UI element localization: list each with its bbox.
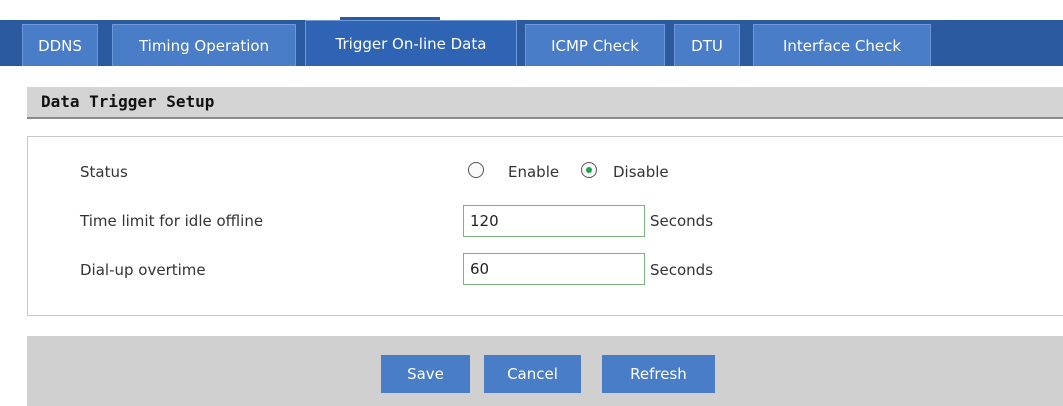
cancel-button[interactable]: Cancel [484, 355, 581, 393]
refresh-button[interactable]: Refresh [602, 355, 715, 393]
tab-interface-check[interactable]: Interface Check [753, 24, 931, 66]
tab-ddns[interactable]: DDNS [22, 24, 98, 66]
status-label: Status [80, 163, 128, 181]
tab-dtu[interactable]: DTU [674, 24, 740, 66]
enable-radio[interactable] [468, 162, 484, 178]
tab-icmp-check[interactable]: ICMP Check [525, 24, 665, 66]
dialup-overtime-label: Dial-up overtime [80, 261, 206, 279]
tab-timing-operation[interactable]: Timing Operation [112, 24, 296, 66]
dialup-overtime-unit: Seconds [650, 261, 714, 279]
idle-offline-label: Time limit for idle offline [80, 212, 264, 230]
disable-radio-label[interactable]: Disable [613, 163, 669, 181]
section-header: Data Trigger Setup [27, 87, 1063, 119]
enable-radio-label[interactable]: Enable [508, 163, 559, 181]
save-button[interactable]: Save [381, 355, 470, 393]
idle-offline-unit: Seconds [650, 212, 714, 230]
dialup-overtime-input[interactable] [463, 253, 645, 285]
disable-radio[interactable] [581, 162, 597, 178]
idle-offline-input[interactable] [463, 205, 645, 237]
tab-bar: DDNS Timing Operation Trigger On-line Da… [0, 0, 1063, 66]
tab-trigger-online-data[interactable]: Trigger On-line Data [305, 20, 517, 66]
section-title: Data Trigger Setup [41, 92, 215, 111]
